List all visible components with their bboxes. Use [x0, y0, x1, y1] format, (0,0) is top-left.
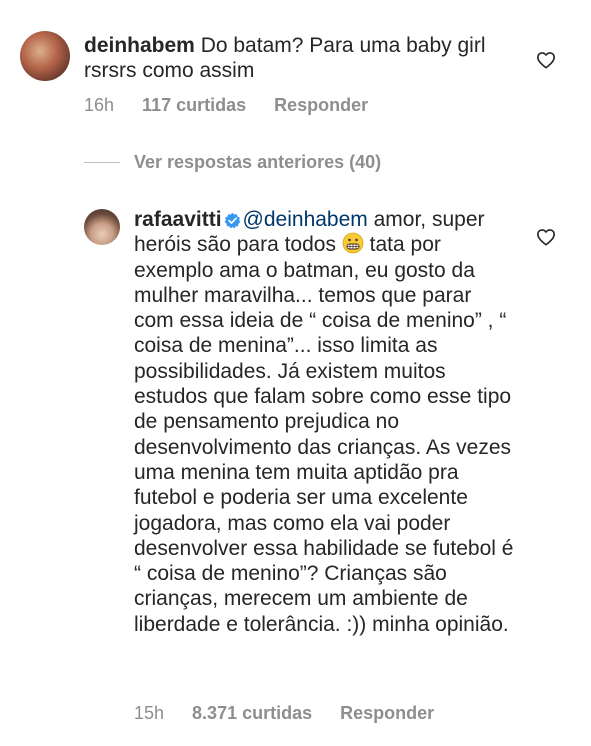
heart-icon[interactable]	[536, 51, 556, 69]
reply-username[interactable]: rafaavitti	[134, 208, 222, 231]
avatar-rafaavitti[interactable]	[84, 209, 120, 245]
verified-badge-icon	[224, 212, 240, 229]
comment-main: deinhabem Do batam? Para uma baby girl r…	[84, 33, 514, 83]
reply-likes[interactable]: 8.371 curtidas	[192, 703, 312, 724]
reply-comment: rafaavitti @deinhabem amor, super heróis…	[134, 207, 514, 637]
reply-button[interactable]: Responder	[274, 95, 368, 116]
heart-icon[interactable]	[536, 228, 556, 246]
view-replies-label[interactable]: Ver respostas anteriores (40)	[134, 152, 381, 173]
reply-button[interactable]: Responder	[340, 703, 434, 724]
comment-likes[interactable]: 117 curtidas	[142, 95, 246, 116]
mention-link[interactable]: @deinhabem	[243, 208, 368, 231]
reply-body-part2: tata por exemplo ama o batman, eu gosto …	[134, 233, 514, 636]
comment-username[interactable]: deinhabem	[84, 34, 195, 57]
comment-time: 16h	[84, 95, 115, 115]
comment-meta: 16h 117 curtidas Responder	[84, 95, 368, 116]
view-previous-replies[interactable]: Ver respostas anteriores (40)	[84, 152, 381, 173]
grimacing-emoji	[342, 232, 364, 254]
reply-meta: 15h 8.371 curtidas Responder	[134, 703, 434, 724]
replies-divider-line	[84, 162, 120, 163]
avatar-deinhabem[interactable]	[20, 31, 70, 81]
reply-time: 15h	[134, 703, 165, 723]
